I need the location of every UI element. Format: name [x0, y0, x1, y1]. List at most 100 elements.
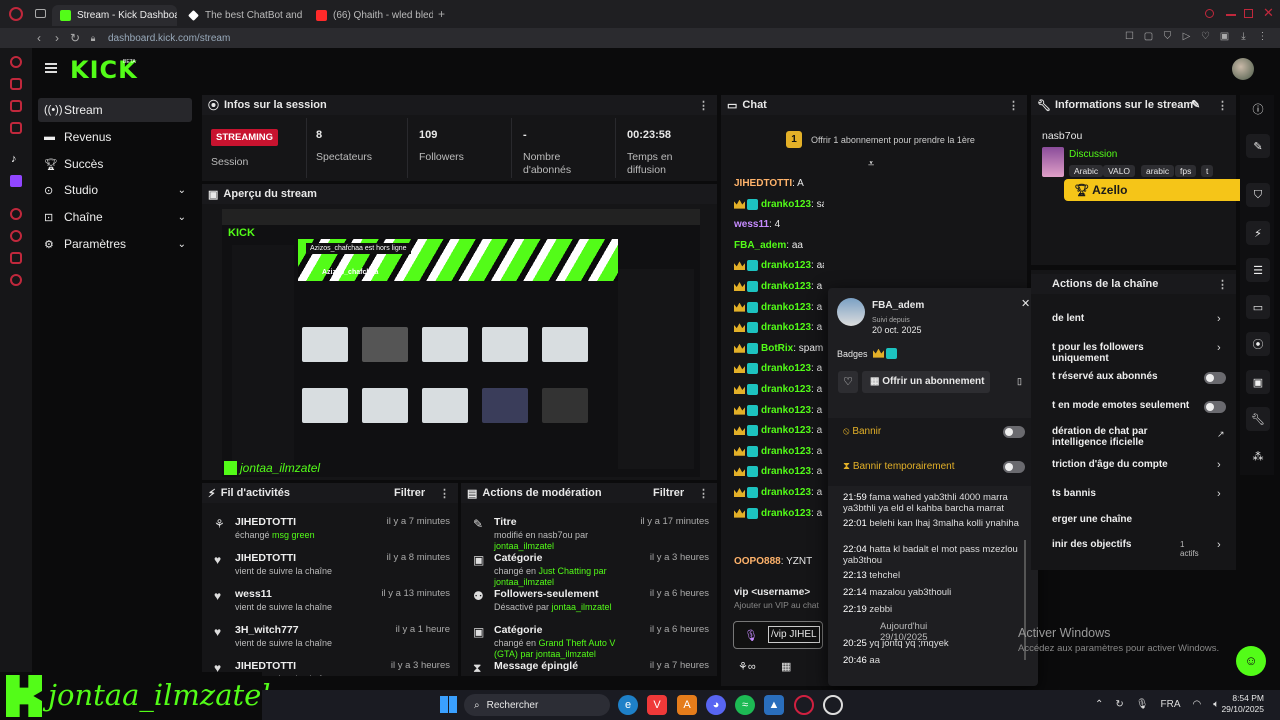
chat-message[interactable]: dranko123: a	[734, 363, 822, 375]
filter-button[interactable]: Filtrer	[394, 487, 425, 499]
app-icon[interactable]: A	[677, 695, 697, 715]
chat-message[interactable]: dranko123: a	[734, 322, 822, 333]
more-options-icon[interactable]: ⋮	[1008, 99, 1019, 112]
more-options-icon[interactable]: ⋮	[1217, 278, 1228, 291]
chat-icon[interactable]: ▭	[1246, 295, 1270, 319]
channel-action-item[interactable]: dération de chat par intelligence ificie…	[1052, 426, 1202, 448]
channel-action-item[interactable]: t pour les followers uniquement	[1052, 342, 1202, 364]
emote-icon[interactable]: ⚘∞	[738, 660, 756, 673]
user-avatar[interactable]	[1232, 58, 1254, 80]
chat-message[interactable]: dranko123: a	[734, 445, 822, 457]
info-icon[interactable]: ⓘ	[1246, 97, 1270, 121]
chat-message[interactable]: dranko123: a	[734, 384, 822, 395]
new-tab-button[interactable]: +	[438, 7, 445, 21]
command-suggestion[interactable]: vip <username> Ajouter un VIP au chat	[734, 587, 819, 610]
chat-username[interactable]: FBA_adem	[734, 240, 786, 251]
chat-username[interactable]: dranko123	[761, 487, 811, 498]
category-name[interactable]: Discussion	[1069, 149, 1117, 160]
chat-username[interactable]: BotRix	[761, 343, 793, 354]
extension-icon[interactable]: ▢	[1139, 31, 1158, 42]
follow-heart-button[interactable]: ♡	[838, 371, 858, 393]
chat-message[interactable]: wess11: 4	[734, 219, 780, 230]
monitor-icon[interactable]: ▣	[1246, 370, 1270, 394]
menu-icon[interactable]: ⋮	[1253, 31, 1272, 42]
chevron-right-icon[interactable]: ›	[1217, 342, 1221, 354]
chevron-right-icon[interactable]: ›	[1217, 459, 1221, 471]
url-field[interactable]: dashboard.kick.com/stream	[108, 33, 230, 44]
moderation-item[interactable]: ▣ Catégorie changé en Grand Theft Auto V (…	[461, 622, 717, 659]
tab-kick-dashboard[interactable]: Stream - Kick Dashboard	[52, 5, 177, 26]
mic-icon[interactable]: 🎙︎	[744, 629, 758, 642]
vivaldi-icon[interactable]: V	[647, 695, 667, 715]
tab-chatbot[interactable]: The best ChatBot and W	[180, 5, 305, 26]
reload-icon[interactable]: ↻	[66, 31, 84, 45]
moderation-item[interactable]: ✎ Titre modifié en nasb7ou par jontaa_ilmz…	[461, 514, 717, 551]
back-icon[interactable]: ‹	[30, 31, 48, 45]
shield-icon[interactable]: ⛉	[1158, 31, 1177, 42]
edit-icon[interactable]: ✎	[1191, 98, 1200, 111]
chat-username[interactable]: dranko123	[761, 364, 811, 375]
tiktok-icon[interactable]: ♪	[11, 153, 17, 165]
gift-icon[interactable]: ▦	[781, 660, 791, 673]
broadcast-icon[interactable]: ⦿	[1246, 332, 1270, 356]
chat-username[interactable]: dranko123	[761, 508, 811, 519]
more-options-icon[interactable]: ⋮	[439, 487, 450, 500]
activity-item[interactable]: ⚘ JIHEDTOTTI échangé msg green il y a 7 min…	[202, 514, 458, 550]
browser-logo-icon[interactable]	[9, 7, 23, 21]
chat-message[interactable]: dranko123: a	[734, 487, 822, 498]
maximize-icon[interactable]	[1244, 9, 1253, 18]
chat-username[interactable]: dranko123	[761, 467, 811, 478]
shield-icon[interactable]: ⛉	[1246, 183, 1270, 207]
chat-message[interactable]: dranko123: a	[734, 507, 822, 519]
wallet-icon[interactable]: ▣	[1215, 31, 1234, 42]
chat-message[interactable]: OOPO888: YZNT	[734, 556, 812, 567]
nav-succes[interactable]: 🏆︎ Succès	[38, 152, 192, 176]
sidebar-app-icon[interactable]	[10, 208, 22, 220]
chat-username[interactable]: dranko123	[761, 322, 811, 333]
channel-action-item[interactable]: de lent	[1052, 313, 1230, 324]
channel-action-toggle[interactable]	[1204, 372, 1226, 384]
more-options-icon[interactable]: ⋮	[698, 99, 709, 112]
obs-icon[interactable]	[823, 695, 843, 715]
photos-icon[interactable]: ▲	[764, 695, 784, 715]
more-options-icon[interactable]: ⋮	[1217, 99, 1228, 112]
forward-icon[interactable]: ›	[48, 31, 66, 45]
chat-username[interactable]: dranko123	[761, 425, 811, 436]
mic-icon[interactable]: 🎙︎	[1136, 699, 1149, 710]
start-button[interactable]	[440, 696, 457, 713]
pin-icon[interactable]: ▯	[1017, 376, 1022, 387]
channel-action-toggle[interactable]	[1204, 401, 1226, 413]
chat-username[interactable]: dranko123	[761, 384, 811, 395]
scroll-down-icon[interactable]: ⩡	[868, 158, 874, 171]
tray-chevron-icon[interactable]: ⌃	[1095, 699, 1103, 710]
chat-message[interactable]: dranko123: a	[734, 404, 822, 416]
support-button[interactable]: ☺	[1236, 646, 1266, 676]
chevron-right-icon[interactable]: ›	[1217, 313, 1221, 325]
clock[interactable]: 8:54 PM 29/10/2025	[1220, 693, 1264, 715]
chat-message[interactable]: dranko123: saye	[734, 198, 824, 210]
chat-message[interactable]: dranko123: a	[734, 466, 822, 478]
chat-message[interactable]: dranko123: a	[734, 425, 822, 436]
chat-username[interactable]: dranko123	[761, 302, 811, 313]
volume-icon[interactable]: 🔈︎	[1213, 699, 1219, 710]
chat-username[interactable]: OOPO888	[734, 556, 781, 567]
sidebar-app-icon[interactable]	[10, 252, 22, 264]
stream-tag[interactable]: fps	[1175, 165, 1197, 177]
discord-icon[interactable]: ◕	[706, 695, 726, 715]
stream-tag[interactable]: t	[1201, 165, 1214, 177]
chevron-right-icon[interactable]: ›	[1217, 539, 1221, 551]
chat-username[interactable]: dranko123	[761, 261, 811, 272]
nav-chaine[interactable]: ⊡ Chaîne ⌄	[38, 205, 192, 229]
ban-toggle[interactable]	[1003, 426, 1025, 438]
sidebar-app-icon[interactable]	[10, 78, 22, 90]
gift-sub-button[interactable]: ▦ Offrir un abonnement	[862, 371, 990, 393]
edge-icon[interactable]: e	[618, 695, 638, 715]
settings-icon[interactable]	[10, 274, 22, 286]
close-icon[interactable]: ✕	[1021, 297, 1030, 310]
chat-username[interactable]: JIHEDTOTTI	[734, 178, 792, 189]
minimize-icon[interactable]	[1226, 14, 1236, 16]
language-indicator[interactable]: FRA	[1160, 699, 1180, 710]
tab-youtube[interactable]: (66) Qhaith - wled bled l a	[308, 5, 433, 26]
external-link-icon[interactable]: ↗	[1217, 429, 1225, 440]
nav-stream[interactable]: ((•)) Stream	[38, 98, 192, 122]
